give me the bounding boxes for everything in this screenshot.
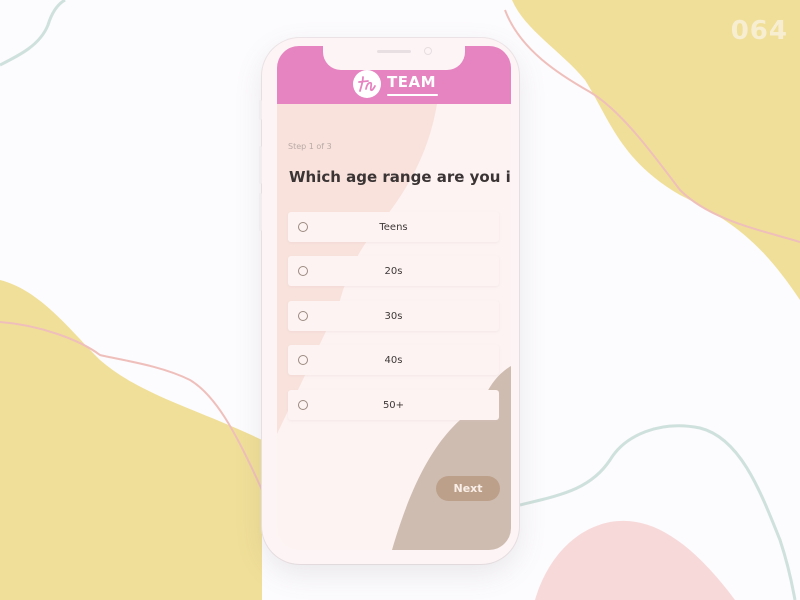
option-label: 40s	[384, 354, 403, 366]
brand-monogram-icon	[353, 70, 381, 98]
next-button[interactable]: Next	[436, 476, 500, 501]
question-title: Which age range are you in?	[289, 168, 511, 186]
option-label: Teens	[379, 221, 408, 233]
option-50-plus[interactable]: 50+	[288, 390, 499, 420]
pink-blob-bottom-right	[535, 520, 735, 600]
radio-icon[interactable]	[298, 222, 308, 232]
brand-name: TEAM	[387, 73, 439, 96]
option-teens[interactable]: Teens	[288, 212, 499, 242]
speaker-grille	[377, 50, 411, 53]
option-label: 20s	[384, 265, 403, 277]
shot-number: 064	[730, 16, 788, 46]
radio-icon[interactable]	[298, 266, 308, 276]
phone-mockup: TEAM Step 1 of 3 Which age range are you…	[259, 38, 519, 564]
option-40s[interactable]: 40s	[288, 345, 499, 375]
radio-icon[interactable]	[298, 311, 308, 321]
app-header: TEAM	[277, 46, 511, 104]
front-camera	[424, 47, 432, 55]
radio-icon[interactable]	[298, 355, 308, 365]
option-20s[interactable]: 20s	[288, 256, 499, 286]
phone-side-button	[259, 100, 262, 120]
teal-line-top-left	[0, 0, 66, 67]
phone-volume-down-button	[259, 193, 262, 231]
radio-icon[interactable]	[298, 400, 308, 410]
option-30s[interactable]: 30s	[288, 301, 499, 331]
phone-volume-up-button	[259, 146, 262, 184]
survey-content: Step 1 of 3 Which age range are you in? …	[277, 104, 511, 550]
option-label: 30s	[384, 310, 403, 322]
step-indicator: Step 1 of 3	[288, 142, 332, 151]
option-label: 50+	[382, 399, 405, 411]
phone-screen: TEAM Step 1 of 3 Which age range are you…	[277, 46, 511, 550]
brand-logo: TEAM	[353, 68, 439, 100]
phone-notch	[323, 46, 465, 70]
